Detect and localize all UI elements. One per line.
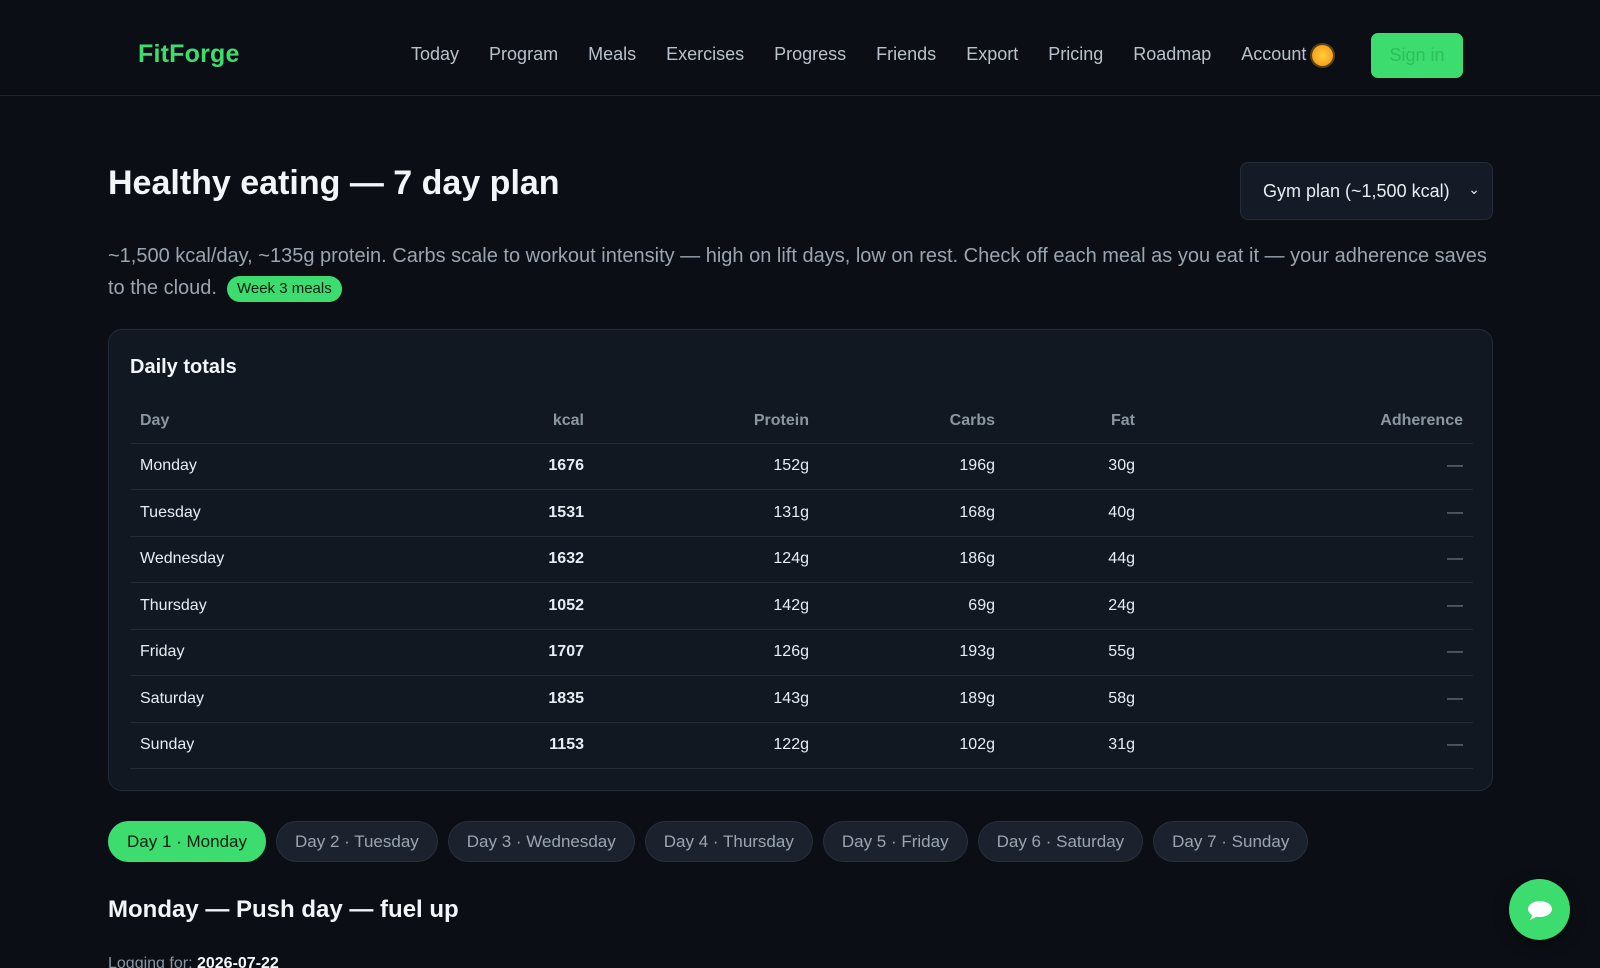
- nav-meals[interactable]: Meals: [588, 44, 636, 65]
- week-badge: Week 3 meals: [226, 276, 342, 302]
- daily-totals-card: Daily totals Day kcal Protein Carbs Fat …: [108, 329, 1493, 791]
- column-header-kcal: kcal: [330, 400, 594, 444]
- tab-day-2[interactable]: Day 2 · Tuesday: [276, 821, 438, 862]
- cell-carbs: 196g: [819, 443, 1005, 490]
- nav-progress[interactable]: Progress: [774, 44, 846, 65]
- cell-carbs: 186g: [819, 536, 1005, 583]
- tab-day-3[interactable]: Day 3 · Wednesday: [447, 821, 635, 862]
- cell-day: Thursday: [130, 582, 330, 630]
- chat-bubble-icon: [1527, 900, 1552, 920]
- plan-description: ~1,500 kcal/day, ~135g protein. Carbs sc…: [108, 240, 1498, 304]
- cell-carbs: 69g: [819, 582, 1005, 630]
- cell-protein: 124g: [594, 536, 819, 583]
- table-row: Monday 1676 152g 196g 30g —: [130, 443, 1473, 490]
- plan-select[interactable]: Gym plan (~1,500 kcal) ⌄: [1240, 162, 1493, 220]
- cell-protein: 142g: [594, 582, 819, 630]
- logging-date-line: Logging for: 2026-07-22: [108, 955, 279, 968]
- daily-totals-title: Daily totals: [130, 356, 237, 378]
- table-row: Saturday 1835 143g 189g 58g —: [130, 675, 1473, 723]
- cell-kcal: 1835: [330, 675, 594, 723]
- day-heading: Monday — Push day — fuel up: [108, 896, 459, 923]
- cell-kcal: 1531: [330, 489, 594, 537]
- cell-kcal: 1052: [330, 582, 594, 630]
- cell-kcal: 1632: [330, 536, 594, 583]
- logging-label: Logging for:: [108, 955, 193, 968]
- daily-totals-table: Day kcal Protein Carbs Fat Adherence Mon…: [130, 400, 1473, 769]
- chevron-down-icon: ⌄: [1468, 181, 1480, 197]
- table-header-row: Day kcal Protein Carbs Fat Adherence: [130, 400, 1473, 444]
- cell-adherence: —: [1145, 582, 1473, 630]
- cell-adherence: —: [1145, 443, 1473, 490]
- cell-day: Wednesday: [130, 536, 330, 583]
- table-row: Wednesday 1632 124g 186g 44g —: [130, 536, 1473, 583]
- cell-adherence: —: [1145, 722, 1473, 769]
- cell-protein: 152g: [594, 443, 819, 490]
- cell-fat: 24g: [1005, 582, 1145, 630]
- brand-logo[interactable]: FitForge: [138, 40, 240, 69]
- tab-day-7[interactable]: Day 7 · Sunday: [1153, 821, 1309, 862]
- cell-kcal: 1707: [330, 629, 594, 676]
- cell-day: Monday: [130, 443, 330, 490]
- column-header-day: Day: [130, 400, 330, 444]
- tab-day-4[interactable]: Day 4 · Thursday: [644, 821, 813, 862]
- nav-exercises[interactable]: Exercises: [666, 44, 744, 65]
- tab-day-5[interactable]: Day 5 · Friday: [822, 821, 968, 862]
- table-row: Tuesday 1531 131g 168g 40g —: [130, 489, 1473, 537]
- nav-today[interactable]: Today: [411, 44, 459, 65]
- cell-kcal: 1676: [330, 443, 594, 490]
- sign-in-button[interactable]: Sign in: [1371, 33, 1463, 78]
- cell-carbs: 168g: [819, 489, 1005, 537]
- cell-protein: 122g: [594, 722, 819, 769]
- column-header-carbs: Carbs: [819, 400, 1005, 444]
- cell-adherence: —: [1145, 536, 1473, 583]
- cell-fat: 58g: [1005, 675, 1145, 723]
- tab-day-1[interactable]: Day 1 · Monday: [108, 821, 266, 862]
- cell-day: Sunday: [130, 722, 330, 769]
- page-title: Healthy eating — 7 day plan: [108, 164, 560, 202]
- column-header-fat: Fat: [1005, 400, 1145, 444]
- cell-fat: 40g: [1005, 489, 1145, 537]
- plan-select-value: Gym plan (~1,500 kcal): [1263, 180, 1450, 201]
- top-nav-bar: FitForge Today Program Meals Exercises P…: [0, 0, 1600, 96]
- cell-carbs: 193g: [819, 629, 1005, 676]
- column-header-adherence: Adherence: [1145, 400, 1473, 444]
- cell-day: Saturday: [130, 675, 330, 723]
- logging-date: 2026-07-22: [196, 955, 279, 968]
- nav-friends[interactable]: Friends: [876, 44, 936, 65]
- cell-day: Friday: [130, 629, 330, 676]
- nav-roadmap[interactable]: Roadmap: [1133, 44, 1211, 65]
- cell-protein: 143g: [594, 675, 819, 723]
- main-nav: Today Program Meals Exercises Progress F…: [411, 44, 1336, 65]
- nav-pricing[interactable]: Pricing: [1048, 44, 1103, 65]
- cell-carbs: 189g: [819, 675, 1005, 723]
- cell-kcal: 1153: [330, 722, 594, 769]
- nav-account[interactable]: Account: [1241, 44, 1306, 65]
- cell-fat: 44g: [1005, 536, 1145, 583]
- chat-button[interactable]: [1509, 879, 1570, 940]
- table-row: Thursday 1052 142g 69g 24g —: [130, 582, 1473, 630]
- column-header-protein: Protein: [594, 400, 819, 444]
- cell-adherence: —: [1145, 489, 1473, 537]
- tab-day-6[interactable]: Day 6 · Saturday: [977, 821, 1144, 862]
- table-row: Friday 1707 126g 193g 55g —: [130, 629, 1473, 676]
- sun-icon[interactable]: [1312, 45, 1333, 66]
- table-row: Sunday 1153 122g 102g 31g —: [130, 722, 1473, 769]
- cell-adherence: —: [1145, 629, 1473, 676]
- cell-day: Tuesday: [130, 489, 330, 537]
- cell-fat: 31g: [1005, 722, 1145, 769]
- cell-carbs: 102g: [819, 722, 1005, 769]
- cell-protein: 131g: [594, 489, 819, 537]
- cell-fat: 55g: [1005, 629, 1145, 676]
- day-tabs: Day 1 · Monday Day 2 · Tuesday Day 3 · W…: [108, 821, 1309, 862]
- cell-fat: 30g: [1005, 443, 1145, 490]
- nav-program[interactable]: Program: [489, 44, 558, 65]
- nav-export[interactable]: Export: [966, 44, 1018, 65]
- cell-adherence: —: [1145, 675, 1473, 723]
- cell-protein: 126g: [594, 629, 819, 676]
